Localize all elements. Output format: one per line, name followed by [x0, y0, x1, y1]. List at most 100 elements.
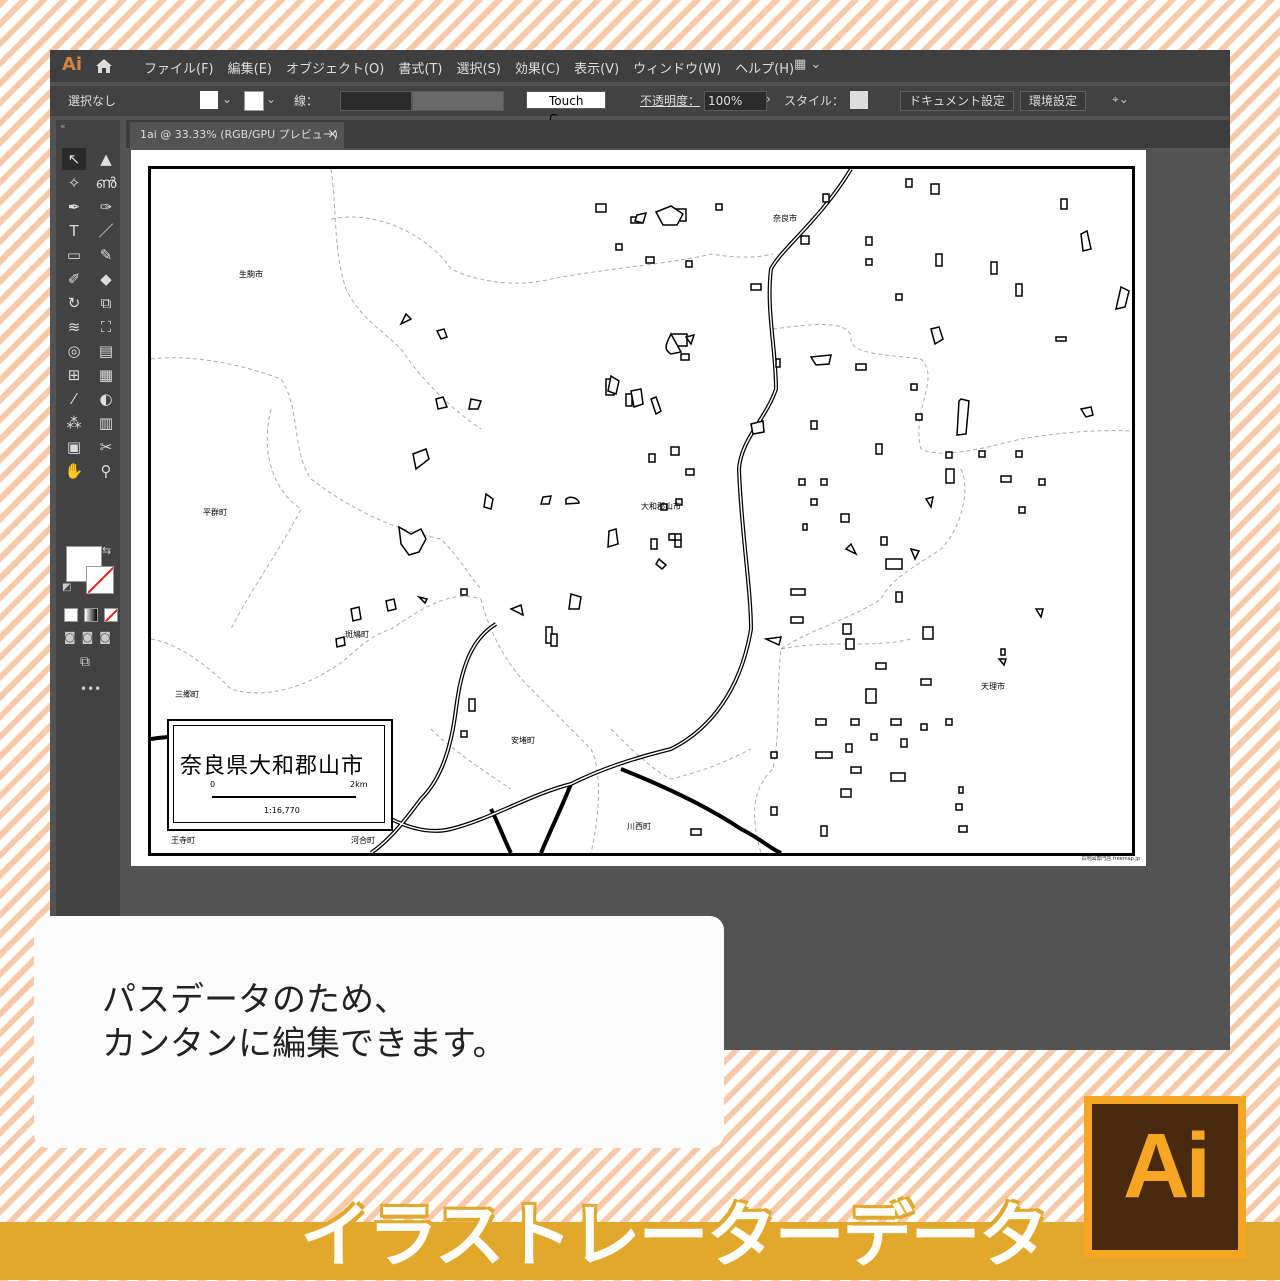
selection-status: 選択なし [68, 94, 117, 108]
gradient-mode-icon[interactable] [84, 608, 98, 622]
scale-start: 0 [210, 780, 216, 789]
opacity-arrow-icon[interactable]: › [766, 92, 771, 106]
brush-definition[interactable]: Touch C... [526, 91, 606, 126]
scale-tool-icon[interactable]: ⧉ [94, 292, 118, 314]
illustrator-logo: Ai [1084, 1096, 1246, 1258]
control-bar: 選択なし ⌄ ⌄ 線： Touch C... 不透明度： 100% › スタイル… [50, 86, 1230, 126]
collapse-icon[interactable]: « [60, 122, 66, 132]
place-kawanishi: 川西町 [627, 822, 651, 831]
menu-effect[interactable]: 効果(C) [515, 58, 560, 77]
arrange-documents-icon[interactable]: ⌖⌄ [1112, 92, 1129, 107]
document-tab-row: 1ai @ 33.33% (RGB/GPU プレビュー) × [126, 120, 1230, 148]
map-legend: 奈良県大和郡山市 0 2km 1:16,770 [167, 719, 393, 831]
type-tool-icon[interactable]: T [62, 220, 86, 242]
map-frame: 奈良市 生駒市 平群町 大和郡山市 斑鳩町 三郷町 安堵町 天理市 川西町 王寺… [148, 166, 1135, 856]
magic-wand-tool-icon[interactable]: ✧ [62, 172, 86, 194]
menu-window[interactable]: ウィンドウ(W) [633, 58, 721, 77]
app-logo: Ai [62, 54, 83, 75]
menu-help[interactable]: ヘルプ(H) [735, 58, 794, 77]
caption-box: パスデータのため、 カンタンに編集できます。 [34, 916, 724, 1148]
scale-ratio: 1:16,770 [264, 806, 300, 815]
variable-width-profile[interactable] [412, 91, 504, 111]
blend-tool-icon[interactable]: ◐ [94, 388, 118, 410]
map-title: 奈良県大和郡山市 [180, 754, 365, 779]
opacity-label[interactable]: 不透明度： [640, 92, 700, 109]
graphic-style-swatch[interactable] [850, 91, 868, 109]
shaper-tool-icon[interactable]: ✐ [62, 268, 86, 290]
place-oji: 王寺町 [171, 836, 195, 845]
tools-panel: « ↖ ▲ ✧ ൺ ✒ ✑ T ／ ▭ ✎ ✐ ◆ ↻ ⧉ ≋ ⛶ ◎ ▤ ⊞ … [56, 120, 120, 970]
place-sango: 三郷町 [175, 690, 199, 699]
workspace-switcher[interactable]: ▦ ⌄ [794, 57, 821, 72]
color-mode-icon[interactable] [64, 608, 78, 622]
eraser-tool-icon[interactable]: ◆ [94, 268, 118, 290]
edit-toolbar-icon[interactable]: ••• [80, 682, 101, 696]
document-tab-title: 1ai @ 33.33% (RGB/GPU プレビュー) [140, 128, 338, 141]
place-yamatokoriyama: 大和郡山市 [641, 502, 681, 511]
menu-type[interactable]: 書式(T) [398, 58, 442, 77]
zoom-tool-icon[interactable]: ⚲ [94, 460, 118, 482]
place-tenri: 天理市 [981, 682, 1005, 691]
rotate-tool-icon[interactable]: ↻ [62, 292, 86, 314]
document-tab[interactable]: 1ai @ 33.33% (RGB/GPU プレビュー) × [130, 122, 344, 148]
menu-file[interactable]: ファイル(F) [144, 58, 214, 77]
default-colors-icon[interactable]: ◩ [62, 582, 71, 593]
caption-line-2: カンタンに編集できます。 [102, 1024, 507, 1064]
caption-line-1: パスデータのため、 [102, 980, 408, 1020]
style-label: スタイル： [784, 94, 845, 108]
place-ikaruga: 斑鳩町 [345, 630, 369, 639]
banner-title: イラストレーターデータ [300, 1195, 1049, 1277]
free-transform-tool-icon[interactable]: ⛶ [94, 316, 118, 338]
stroke-label: 線： [294, 94, 319, 108]
warp-tool-icon[interactable]: ≋ [62, 316, 86, 338]
fill-swatch[interactable] [200, 91, 218, 109]
menu-bar: Ai ファイル(F) 編集(E) オブジェクト(O) 書式(T) 選択(S) 効… [50, 50, 1230, 82]
scale-bar [212, 796, 356, 798]
preferences-button[interactable]: 環境設定 [1020, 91, 1087, 111]
lasso-tool-icon[interactable]: ൺ [94, 172, 118, 194]
scale-end: 2km [350, 780, 368, 789]
stroke-weight-input[interactable] [340, 91, 412, 111]
shape-builder-tool-icon[interactable]: ◎ [62, 340, 86, 362]
gradient-tool-icon[interactable]: ▦ [94, 364, 118, 386]
artboard-tool-icon[interactable]: ▣ [62, 436, 86, 458]
line-tool-icon[interactable]: ／ [94, 220, 118, 242]
place-nara: 奈良市 [773, 214, 797, 223]
pen-tool-icon[interactable]: ✒ [62, 196, 86, 218]
place-kawai: 河合町 [351, 836, 375, 845]
rectangle-tool-icon[interactable]: ▭ [62, 244, 86, 266]
curvature-tool-icon[interactable]: ✑ [94, 196, 118, 218]
menu-edit[interactable]: 編集(E) [228, 58, 272, 77]
map-credit: 白地図専門店 freemap.jp [1081, 856, 1140, 862]
fill-dropdown-icon[interactable]: ⌄ [222, 92, 232, 106]
opacity-input[interactable]: 100% [704, 91, 767, 111]
column-graph-tool-icon[interactable]: ▥ [94, 412, 118, 434]
draw-mode-icons[interactable]: ◙◙◙ [64, 630, 117, 644]
slice-tool-icon[interactable]: ✂ [94, 436, 118, 458]
symbol-sprayer-tool-icon[interactable]: ⁂ [62, 412, 86, 434]
none-mode-icon[interactable] [104, 608, 118, 622]
home-icon[interactable] [94, 56, 114, 76]
direct-selection-tool-icon[interactable]: ▲ [94, 148, 118, 170]
screen-mode-icon[interactable]: ⧉ [80, 654, 90, 670]
mesh-tool-icon[interactable]: ⊞ [62, 364, 86, 386]
stroke-dropdown-icon[interactable]: ⌄ [266, 92, 276, 106]
menu-object[interactable]: オブジェクト(O) [286, 58, 384, 77]
paintbrush-tool-icon[interactable]: ✎ [94, 244, 118, 266]
stroke-swatch[interactable] [244, 91, 264, 111]
eyedropper-tool-icon[interactable]: ⁄ [62, 388, 86, 410]
menu-view[interactable]: 表示(V) [574, 58, 619, 77]
hand-tool-icon[interactable]: ✋ [62, 460, 86, 482]
selection-tool-icon[interactable]: ↖ [62, 148, 86, 170]
swap-colors-icon[interactable]: ⇆ [102, 544, 111, 557]
artboard[interactable]: 奈良市 生駒市 平群町 大和郡山市 斑鳩町 三郷町 安堵町 天理市 川西町 王寺… [131, 150, 1146, 866]
close-icon[interactable]: × [327, 122, 338, 148]
illustrator-logo-text: Ai [1123, 1115, 1211, 1217]
place-ikoma: 生駒市 [239, 270, 263, 279]
place-ando: 安堵町 [511, 736, 535, 745]
perspective-grid-tool-icon[interactable]: ▤ [94, 340, 118, 362]
stroke-color-swatch[interactable] [86, 566, 114, 594]
menu-select[interactable]: 選択(S) [456, 58, 500, 77]
place-heguri: 平群町 [203, 508, 227, 517]
document-settings-button[interactable]: ドキュメント設定 [900, 91, 1015, 111]
